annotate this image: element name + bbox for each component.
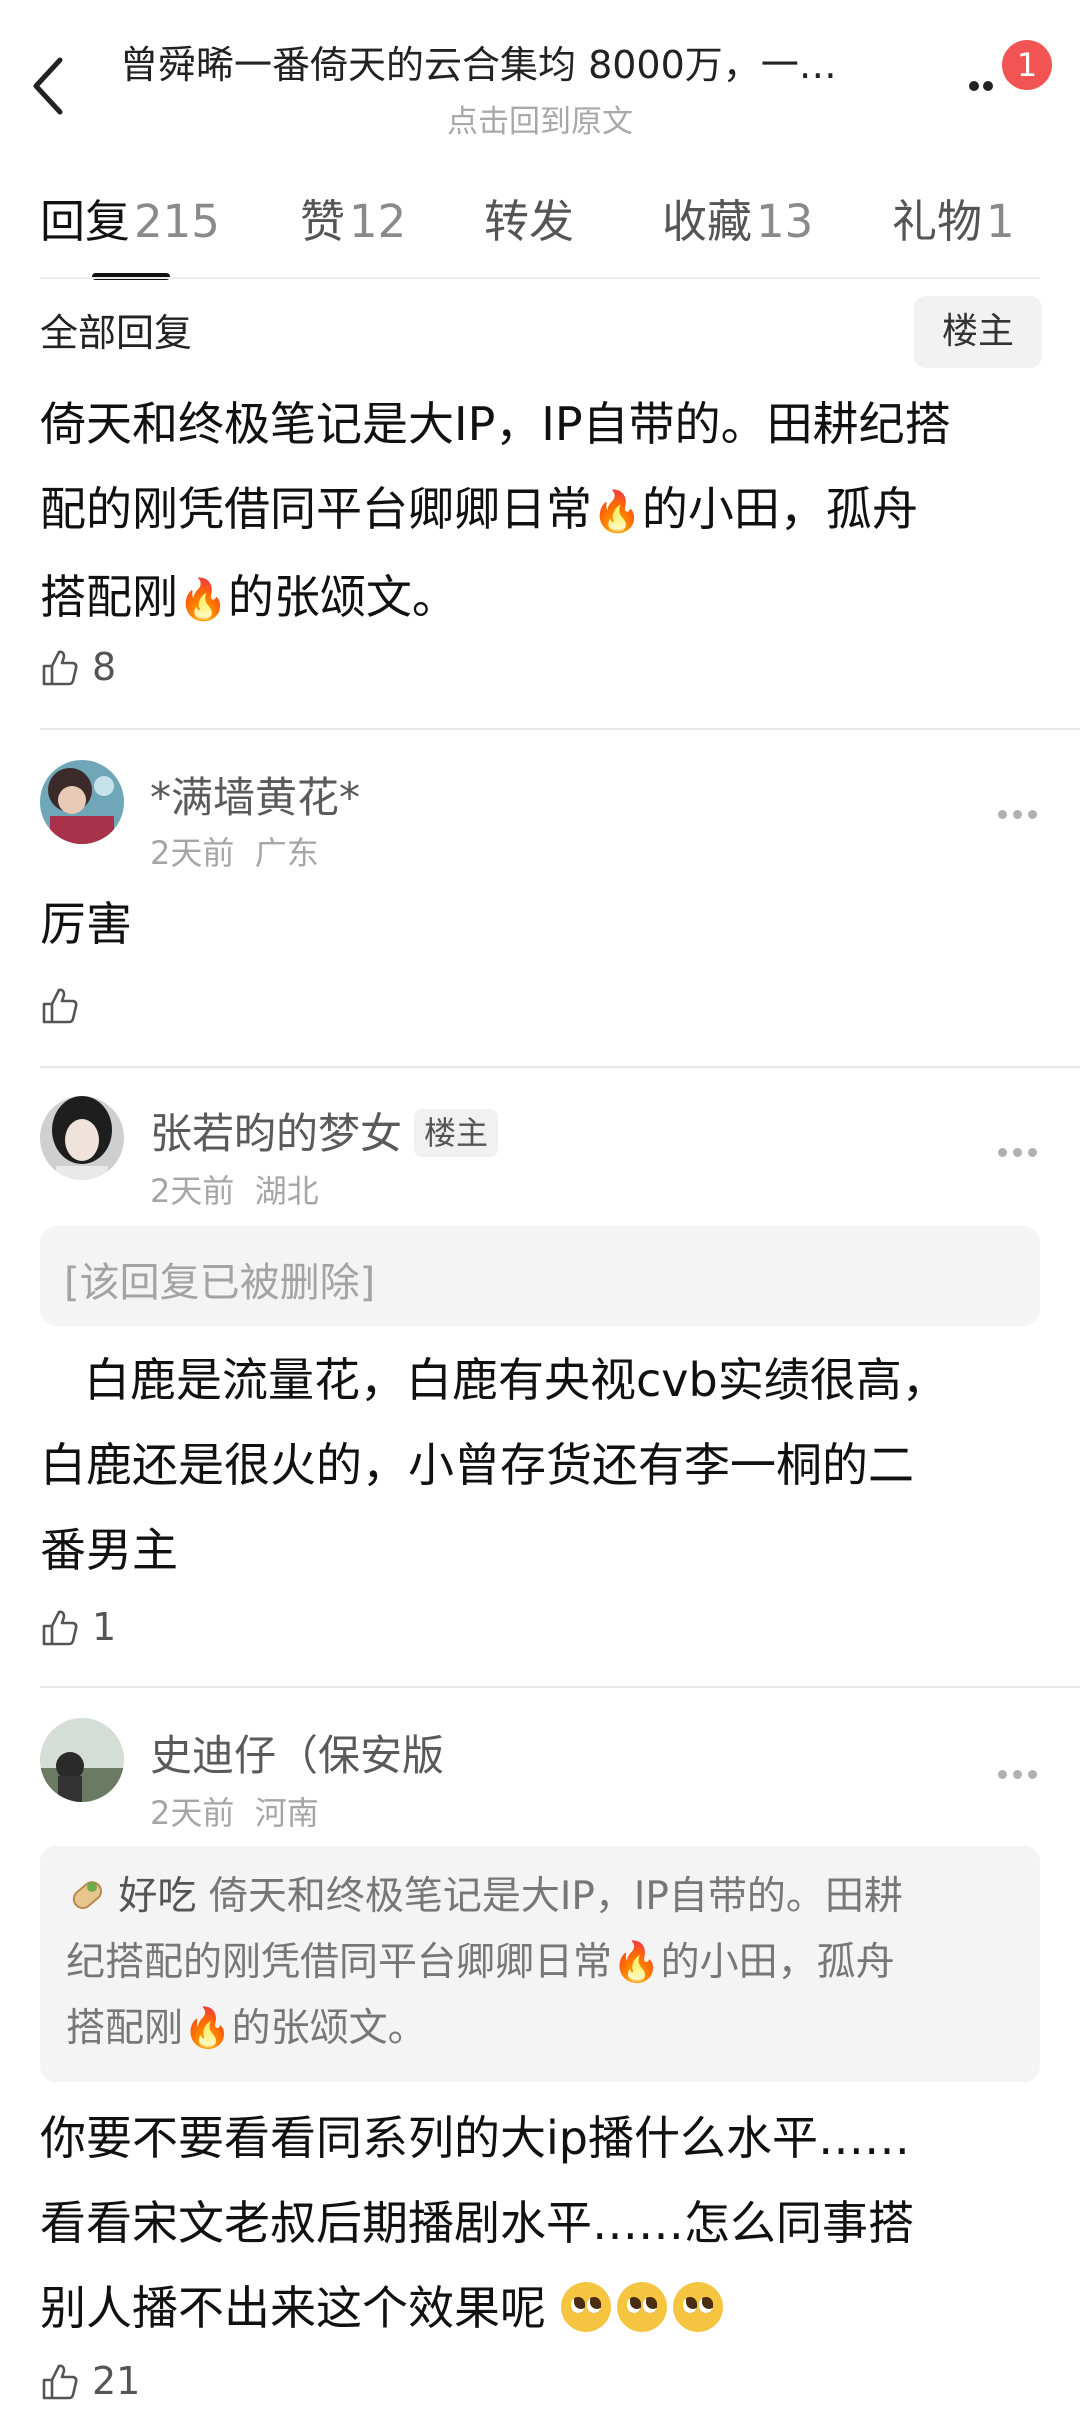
comment-username[interactable]: 史迪仔（保安版 (150, 1722, 444, 1783)
divider (40, 1686, 1080, 1688)
burrito-emoji-icon (72, 1881, 103, 1909)
divider (40, 277, 1040, 279)
like-count: 1 (92, 1605, 117, 1649)
comment-more-icon[interactable] (998, 1148, 1038, 1160)
comment-text: 白鹿还是很火的，小曾存货还有李一桐的二 番男主 (40, 1438, 914, 1577)
fire-emoji-icon: 🔥 (183, 2006, 232, 2051)
pleading-face-emoji-icon (560, 2282, 611, 2332)
comment-text: 厉害 (40, 897, 132, 951)
like-count: 8 (92, 645, 117, 689)
fire-emoji-icon: 🔥 (178, 577, 228, 623)
thumbs-up-icon (42, 2364, 78, 2400)
op-only-filter-button[interactable]: 楼主 (914, 296, 1042, 368)
fire-emoji-icon: 🔥 (592, 489, 642, 535)
avatar[interactable] (40, 760, 124, 844)
avatar[interactable] (40, 1718, 124, 1802)
comment-username[interactable]: *满墙黄花* (150, 764, 360, 825)
tab-bar: 回复215 赞12 转发 收藏13 礼物1 (0, 180, 1080, 280)
comment-meta: 2天前 湖北 (150, 1172, 319, 1210)
pleading-face-emoji-icon (616, 2282, 667, 2332)
avatar[interactable] (40, 1096, 124, 1180)
divider (40, 728, 1080, 730)
deleted-reply-notice: [该回复已被删除] (40, 1226, 1040, 1326)
tab-replies[interactable]: 回复215 (40, 192, 220, 252)
comment-meta: 2天前 河南 (150, 1794, 319, 1832)
comment-more-icon[interactable] (998, 810, 1038, 822)
tab-favorites[interactable]: 收藏13 (662, 192, 813, 252)
notification-badge: 1 (1002, 40, 1052, 90)
quoted-reply[interactable]: 好吃 倚天和终极笔记是大IP，IP自带的。田耕 纪搭配的刚凭借同平台卿卿日常🔥的… (40, 1846, 1040, 2082)
tab-reposts[interactable]: 转发 (484, 192, 574, 252)
tab-gifts[interactable]: 礼物1 (892, 192, 1015, 252)
comment-text: 白鹿是流量花，白鹿有央视cvb实绩很高， (84, 1353, 948, 1407)
thumbs-up-icon (42, 1610, 78, 1646)
like-count: 21 (92, 2359, 141, 2403)
comment-username[interactable]: 张若昀的梦女 楼主 (150, 1100, 499, 1161)
quoted-username: 好吃 (118, 1874, 197, 1919)
comment-meta: 2天前 广东 (150, 834, 319, 872)
thumbs-up-icon (42, 988, 78, 1024)
divider (40, 1066, 1080, 1068)
post-title[interactable]: 曾舜晞一番倚天的云合集均 8000万，一… (120, 40, 920, 90)
op-tag: 楼主 (414, 1109, 499, 1157)
comment-more-icon[interactable] (998, 1770, 1038, 1782)
comment-text: 你要不要看看同系列的大ip播什么水平…… 看看宋文老叔后期播剧水平……怎么同事搭… (40, 2111, 914, 2335)
post-content: 倚天和终极笔记是大IP，IP自带的。田耕纪搭 配的刚凭借同平台卿卿日常🔥的小田，… (40, 397, 951, 624)
top-bar: 曾舜晞一番倚天的云合集均 8000万，一… 点击回到原文 1 (0, 0, 1080, 140)
all-replies-heading: 全部回复 (40, 311, 193, 355)
thumbs-up-icon (42, 650, 78, 686)
back-to-original-link[interactable]: 点击回到原文 (0, 96, 1080, 141)
fire-emoji-icon: 🔥 (612, 1940, 661, 1985)
pleading-face-emoji-icon (672, 2282, 723, 2332)
tab-likes[interactable]: 赞12 (300, 192, 406, 252)
